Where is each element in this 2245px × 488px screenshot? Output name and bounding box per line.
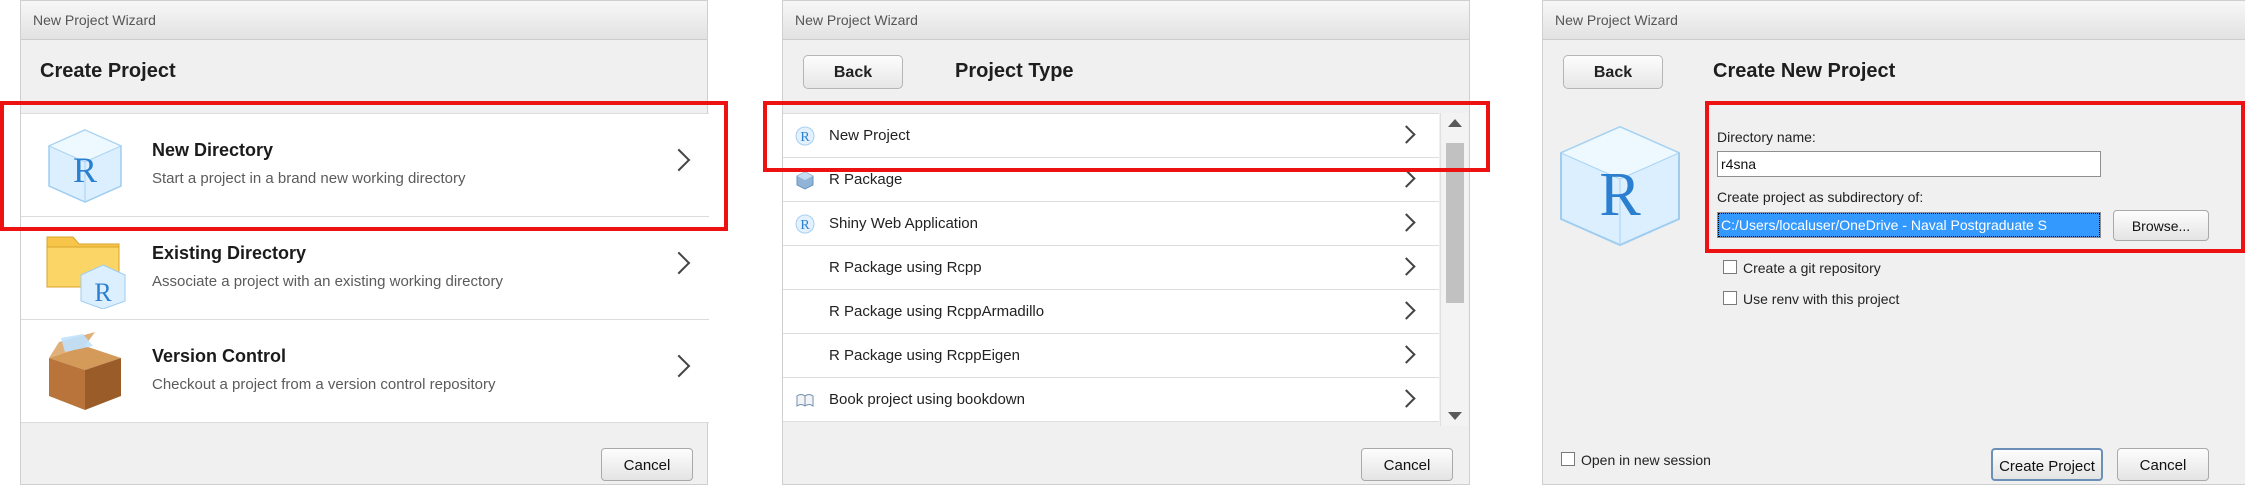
chevron-right-icon xyxy=(1397,301,1416,320)
cardboard-box-icon xyxy=(49,332,121,410)
chevron-right-icon xyxy=(1397,389,1416,408)
list-item-shiny-web-application[interactable]: R Shiny Web Application xyxy=(783,202,1439,246)
renv-checkbox[interactable] xyxy=(1723,291,1737,305)
option-title: Version Control xyxy=(152,346,287,366)
chevron-right-icon xyxy=(667,354,691,378)
new-project-wizard-project-type: New Project Wizard Back Project Type R N… xyxy=(782,0,1470,485)
open-new-session-label: Open in new session xyxy=(1581,452,1711,468)
shiny-r-icon: R xyxy=(795,214,815,234)
chevron-right-icon xyxy=(667,251,691,275)
svg-text:R: R xyxy=(1599,161,1641,229)
scroll-down-arrow-icon[interactable] xyxy=(1448,412,1462,420)
git-repository-checkbox[interactable] xyxy=(1723,260,1737,274)
open-new-session-checkbox[interactable] xyxy=(1561,452,1575,466)
window-title: New Project Wizard xyxy=(1543,1,2245,40)
highlight-new-project xyxy=(763,101,1490,172)
back-button[interactable]: Back xyxy=(1563,55,1663,89)
option-existing-directory[interactable]: R Existing Directory Associate a project… xyxy=(21,217,709,320)
list-item-label: R Package using Rcpp xyxy=(829,259,982,276)
renv-checkbox-row[interactable]: Use renv with this project xyxy=(1723,291,1899,307)
package-icon xyxy=(796,171,814,190)
page-title: Create Project xyxy=(40,60,176,82)
svg-text:R: R xyxy=(94,278,112,307)
git-repository-label: Create a git repository xyxy=(1743,260,1881,276)
cancel-button[interactable]: Cancel xyxy=(2117,448,2209,481)
list-item-label: Shiny Web Application xyxy=(829,215,978,232)
list-item-label: R Package using RcppEigen xyxy=(829,347,1020,364)
renv-label: Use renv with this project xyxy=(1743,291,1900,307)
window-title: New Project Wizard xyxy=(783,1,1469,40)
chevron-right-icon xyxy=(1397,169,1416,188)
git-repository-checkbox-row[interactable]: Create a git repository xyxy=(1723,260,1881,276)
cancel-button[interactable]: Cancel xyxy=(1361,448,1453,481)
option-version-control[interactable]: Version Control Checkout a project from … xyxy=(21,320,709,423)
list-item-label: Book project using bookdown xyxy=(829,391,1025,408)
list-item-book-project-bookdown[interactable]: Book project using bookdown xyxy=(783,378,1439,422)
option-description: Associate a project with an existing wor… xyxy=(152,273,503,290)
list-item-label: R Package xyxy=(829,171,903,188)
list-item-r-package-rcppeigen[interactable]: R Package using RcppEigen xyxy=(783,334,1439,378)
list-item-label: R Package using RcppArmadillo xyxy=(829,303,1045,320)
back-button[interactable]: Back xyxy=(803,55,903,89)
r-logo-cube-icon: R xyxy=(1559,125,1681,247)
folder-r-icon: R xyxy=(46,236,126,309)
svg-text:R: R xyxy=(800,218,810,233)
option-description: Checkout a project from a version contro… xyxy=(152,376,496,393)
page-title: Create New Project xyxy=(1713,60,1896,82)
option-title: Existing Directory xyxy=(152,243,307,263)
list-item-r-package-rcpparmadillo[interactable]: R Package using RcppArmadillo xyxy=(783,290,1439,334)
chevron-right-icon xyxy=(1397,345,1416,364)
create-project-button[interactable]: Create Project xyxy=(1991,448,2103,481)
page-title: Project Type xyxy=(955,60,1074,82)
book-icon xyxy=(796,394,814,407)
new-project-wizard-create-project: New Project Wizard Create Project R New … xyxy=(20,0,709,485)
highlight-directory-fields xyxy=(1705,101,2245,253)
highlight-new-directory xyxy=(0,101,728,231)
list-item-r-package-rcpp[interactable]: R Package using Rcpp xyxy=(783,246,1439,290)
open-new-session-checkbox-row[interactable]: Open in new session xyxy=(1561,452,1711,468)
window-title: New Project Wizard xyxy=(21,1,707,40)
chevron-right-icon xyxy=(1397,213,1416,232)
chevron-right-icon xyxy=(1397,257,1416,276)
cancel-button[interactable]: Cancel xyxy=(601,448,693,481)
